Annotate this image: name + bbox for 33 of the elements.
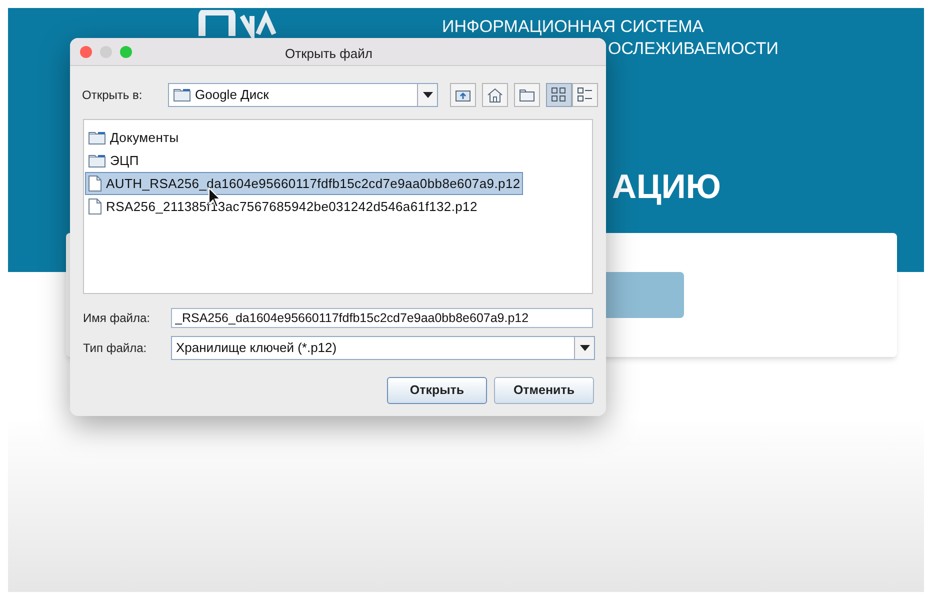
caret-icon: [580, 345, 590, 351]
file-name-field[interactable]: _RSA256_da1604e95660117fdfb15c2cd7e9aa0bb8e607a9.p12: [171, 308, 593, 328]
grid-view-icon: [551, 87, 567, 103]
toolbar-button[interactable]: [572, 83, 598, 107]
file-list-item[interactable]: RSA256_211385f13ac7567685942be031242d546a61f132.p12: [85, 195, 480, 218]
window-title: Открыть файл: [285, 45, 372, 63]
folder-icon: [88, 130, 106, 144]
toolbar-button[interactable]: [546, 83, 572, 107]
toolbar-button[interactable]: [514, 83, 540, 107]
system-title: ИНФОРМАЦИОННАЯ СИСТЕМА: [442, 16, 704, 38]
folder-icon: [88, 154, 106, 168]
toolbar-button[interactable]: [450, 83, 476, 107]
toolbar-button[interactable]: [482, 83, 508, 107]
file-type-label: Тип файла:: [83, 340, 148, 357]
page-heading: АЦИЮ: [612, 167, 721, 208]
look-in-label: Открыть в:: [82, 87, 144, 104]
dialog-button[interactable]: Отменить: [494, 377, 594, 404]
look-in-dropdown[interactable]: Google Диск: [168, 83, 438, 107]
dialog-button[interactable]: Открыть: [387, 377, 487, 404]
file-list-item[interactable]: Документы: [85, 126, 182, 149]
folder-icon: [519, 88, 535, 102]
file-list-item[interactable]: AUTH_RSA256_da1604e95660117fdfb15c2cd7e9aa0bb8e607a9.p12: [85, 172, 524, 195]
system-title: ОСЛЕЖИВАЕМОСТИ: [608, 38, 778, 60]
file-type-dropdown[interactable]: Хранилище ключей (*.p12): [171, 336, 595, 360]
folder-up-icon: [455, 88, 471, 102]
file-icon: [88, 198, 102, 215]
caret-icon: [422, 92, 432, 98]
file-name-label: Имя файла:: [83, 310, 151, 327]
file-icon: [88, 175, 102, 192]
list-view-icon: [577, 87, 593, 103]
home-icon: [487, 88, 503, 102]
file-list-item[interactable]: ЭЦП: [85, 149, 142, 172]
folder-icon: [173, 88, 191, 102]
